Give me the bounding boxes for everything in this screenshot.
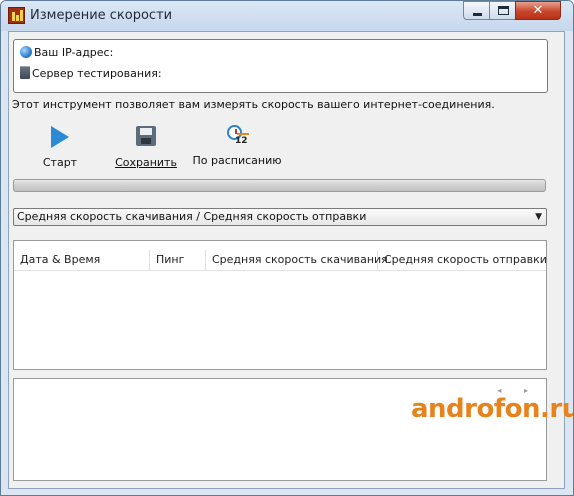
chart-mode-dropdown[interactable]: Средняя скорость скачивания / Средняя ск… <box>13 208 547 226</box>
schedule-clock-icon: 12 <box>224 124 250 150</box>
tool-description: Этот инструмент позволяет вам измерять с… <box>12 98 495 111</box>
dropdown-selected-value: Средняя скорость скачивания / Средняя ск… <box>17 210 367 223</box>
watermark: androfon.ru <box>411 394 574 424</box>
save-label: Сохранить <box>115 156 177 169</box>
test-server-row: Сервер тестирования: <box>20 66 162 82</box>
test-server-label: Сервер тестирования: <box>32 67 162 80</box>
start-button[interactable]: Старт <box>30 124 90 169</box>
maximize-button[interactable] <box>489 1 516 20</box>
globe-icon <box>20 46 32 58</box>
ip-address-row: Ваш IP-адрес: <box>20 45 113 61</box>
schedule-button[interactable]: 12 По расписанию <box>183 124 291 167</box>
app-icon <box>8 7 25 24</box>
speed-test-window: Измерение скорости ✕ Ваш IP-адрес: Серве… <box>0 0 574 496</box>
minimize-icon <box>473 13 482 16</box>
close-icon: ✕ <box>532 3 544 18</box>
results-table-header: Дата & Время Пинг Средняя скорость скачи… <box>14 250 548 271</box>
start-label: Старт <box>42 156 78 169</box>
connection-info-panel: Ваш IP-адрес: Сервер тестирования: <box>13 39 548 93</box>
server-icon <box>20 66 30 79</box>
floppy-disk-icon <box>136 126 156 146</box>
window-title: Измерение скорости <box>30 8 173 23</box>
column-ping[interactable]: Пинг <box>150 250 206 270</box>
title-bar[interactable]: Измерение скорости ✕ <box>1 1 573 31</box>
maximize-icon <box>498 6 509 15</box>
results-table: Дата & Время Пинг Средняя скорость скачи… <box>13 240 547 370</box>
save-button[interactable]: Сохранить <box>111 124 181 169</box>
minimize-button[interactable] <box>463 1 490 20</box>
column-date-time[interactable]: Дата & Время <box>14 250 150 270</box>
play-icon <box>51 126 69 148</box>
test-progress-bar <box>13 179 546 192</box>
column-avg-download[interactable]: Средняя скорость скачивания <box>206 250 388 270</box>
schedule-icon-number: 12 <box>235 136 248 146</box>
column-avg-upload[interactable]: Средняя скорость отправки <box>378 250 548 270</box>
close-button[interactable]: ✕ <box>515 1 561 20</box>
schedule-label: По расписанию <box>192 154 282 167</box>
dropdown-arrow-icon[interactable]: ▼ <box>535 209 542 225</box>
ip-address-label: Ваш IP-адрес: <box>34 46 114 59</box>
